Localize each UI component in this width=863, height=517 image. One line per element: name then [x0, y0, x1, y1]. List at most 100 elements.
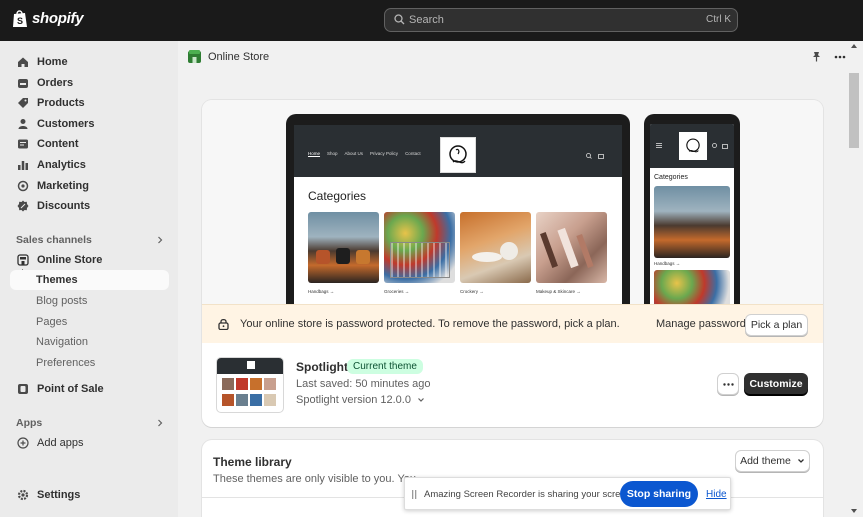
sidebar-item-discounts[interactable]: Discounts [10, 196, 169, 216]
main-content: Online Store Home Shop About Us Privacy … [178, 41, 846, 517]
theme-version: Spotlight version 12.0.0 [296, 394, 411, 406]
store-nav-item: Home [308, 151, 321, 156]
store-nav-item: Contact [405, 151, 421, 156]
theme-preview[interactable]: Home Shop About Us Privacy Policy Contac… [202, 100, 823, 314]
hamburger-menu-icon [656, 143, 662, 148]
discount-icon [17, 200, 29, 212]
sidebar-item-content[interactable]: Content [10, 134, 169, 154]
sidebar-item-blog-posts[interactable]: Blog posts [10, 291, 169, 311]
password-banner-message: Your online store is password protected.… [240, 318, 620, 330]
theme-thumbnail[interactable] [216, 357, 284, 413]
manage-password-link[interactable]: Manage password [656, 318, 746, 330]
store-nav: Home Shop About Us Privacy Policy Contac… [308, 151, 421, 156]
store-cart-icon [722, 144, 728, 149]
sidebar-item-pages[interactable]: Pages [10, 312, 169, 332]
sales-channels-heading: Sales channels [16, 234, 92, 246]
search-input[interactable]: Search Ctrl K [384, 8, 738, 32]
current-theme-row: Spotlight Current theme Last saved: 50 m… [202, 343, 823, 427]
sidebar-item-products[interactable]: Products [10, 93, 169, 113]
scroll-down-arrow-icon[interactable] [850, 508, 858, 514]
hide-link[interactable]: Hide [706, 489, 727, 500]
online-store-icon [188, 50, 201, 63]
stop-sharing-button[interactable]: Stop sharing [620, 481, 698, 507]
sidebar-item-orders[interactable]: Orders [10, 73, 169, 93]
target-icon [17, 180, 29, 192]
sidebar-item-settings[interactable]: Settings [10, 485, 169, 505]
more-horizontal-icon [722, 382, 734, 386]
sidebar-item-customers[interactable]: Customers [10, 114, 169, 134]
search-placeholder: Search [409, 14, 444, 26]
sidebar-item-marketing[interactable]: Marketing [10, 176, 169, 196]
add-theme-label: Add theme [740, 455, 791, 467]
screen-sharing-message: Amazing Screen Recorder is sharing your … [424, 489, 634, 500]
content-icon [18, 139, 28, 149]
sidebar-label-orders: Orders [37, 77, 74, 89]
drag-handle-icon[interactable] [412, 490, 417, 499]
customize-button[interactable]: Customize [744, 373, 808, 395]
sidebar-label-discounts: Discounts [37, 200, 91, 212]
home-icon [18, 57, 28, 67]
sidebar-label-marketing: Marketing [37, 180, 89, 192]
chevron-down-icon [797, 459, 804, 463]
store-cart-icon [598, 154, 604, 159]
mobile-category-label: Handbags → [654, 261, 681, 266]
sidebar-label-navigation: Navigation [36, 336, 88, 348]
store-header: Home Shop About Us Privacy Policy Contac… [294, 125, 622, 177]
chevron-right-icon[interactable] [156, 236, 164, 244]
sidebar-item-point-of-sale[interactable]: Point of Sale [10, 379, 169, 399]
category-tile-crockery [460, 212, 531, 283]
theme-last-saved: Last saved: 50 minutes ago [296, 378, 431, 390]
theme-version-dropdown[interactable]: Spotlight version 12.0.0 [296, 394, 425, 406]
desktop-preview: Home Shop About Us Privacy Policy Contac… [286, 114, 630, 314]
chevron-right-icon[interactable] [156, 419, 164, 427]
sidebar-label-home: Home [37, 56, 68, 68]
add-theme-button[interactable]: Add theme [735, 450, 810, 472]
sidebar-label-analytics: Analytics [37, 159, 86, 171]
store-nav-item: Privacy Policy [370, 151, 399, 156]
category-label: Makeup & Skincare → [536, 289, 581, 294]
shopify-wordmark: shopify [32, 10, 84, 27]
sidebar-item-online-store[interactable]: Online Store [10, 250, 169, 270]
desktop-preview-screen: Home Shop About Us Privacy Policy Contac… [294, 125, 622, 305]
sidebar-label-pages: Pages [36, 316, 68, 328]
sidebar-item-navigation[interactable]: Navigation [10, 332, 169, 352]
mobile-category-tile-handbags [654, 186, 730, 258]
sidebar-label-themes: Themes [36, 274, 78, 286]
current-theme-card: Home Shop About Us Privacy Policy Contac… [202, 100, 823, 427]
mobile-store-header [650, 124, 734, 168]
scroll-up-arrow-icon[interactable] [850, 43, 858, 49]
scrollbar-thumb[interactable] [849, 73, 859, 148]
sidebar-item-themes[interactable]: Themes [10, 270, 169, 290]
mobile-preview: Categories Handbags → [644, 114, 740, 314]
sidebar-item-analytics[interactable]: Analytics [10, 155, 169, 175]
page-header: Online Store [187, 49, 269, 64]
store-logo-mark-icon [449, 145, 467, 164]
chevron-down-icon [418, 398, 424, 402]
sidebar-label-settings: Settings [37, 489, 81, 501]
sidebar-item-home[interactable]: Home [10, 52, 169, 72]
store-nav-item: Shop [327, 151, 338, 156]
shopify-bag-icon: S [13, 10, 27, 27]
store-logo-mark-icon [686, 138, 700, 153]
search-icon [394, 14, 405, 25]
more-horizontal-icon[interactable] [834, 55, 846, 59]
orders-icon [18, 79, 28, 88]
top-bar: S shopify Search Ctrl K [0, 0, 863, 41]
sidebar-label-add-apps: Add apps [37, 437, 84, 449]
store-logo [440, 137, 476, 173]
theme-name: Spotlight [296, 360, 348, 374]
store-nav-item: About Us [344, 151, 364, 156]
shopify-logo[interactable]: S shopify [12, 9, 84, 28]
plus-circle-icon [17, 437, 29, 449]
pick-plan-button[interactable]: Pick a plan [745, 314, 808, 336]
pin-icon[interactable] [811, 51, 822, 62]
current-theme-badge: Current theme [347, 359, 423, 374]
categories-heading: Categories [308, 189, 367, 203]
theme-more-actions-button[interactable] [717, 373, 739, 395]
sidebar-item-preferences[interactable]: Preferences [10, 353, 169, 373]
page-title: Online Store [208, 50, 270, 63]
svg-text:S: S [17, 16, 23, 26]
storefront-icon [17, 254, 29, 266]
sidebar-item-add-apps[interactable]: Add apps [10, 433, 169, 453]
sidebar-label-online-store: Online Store [37, 254, 103, 266]
